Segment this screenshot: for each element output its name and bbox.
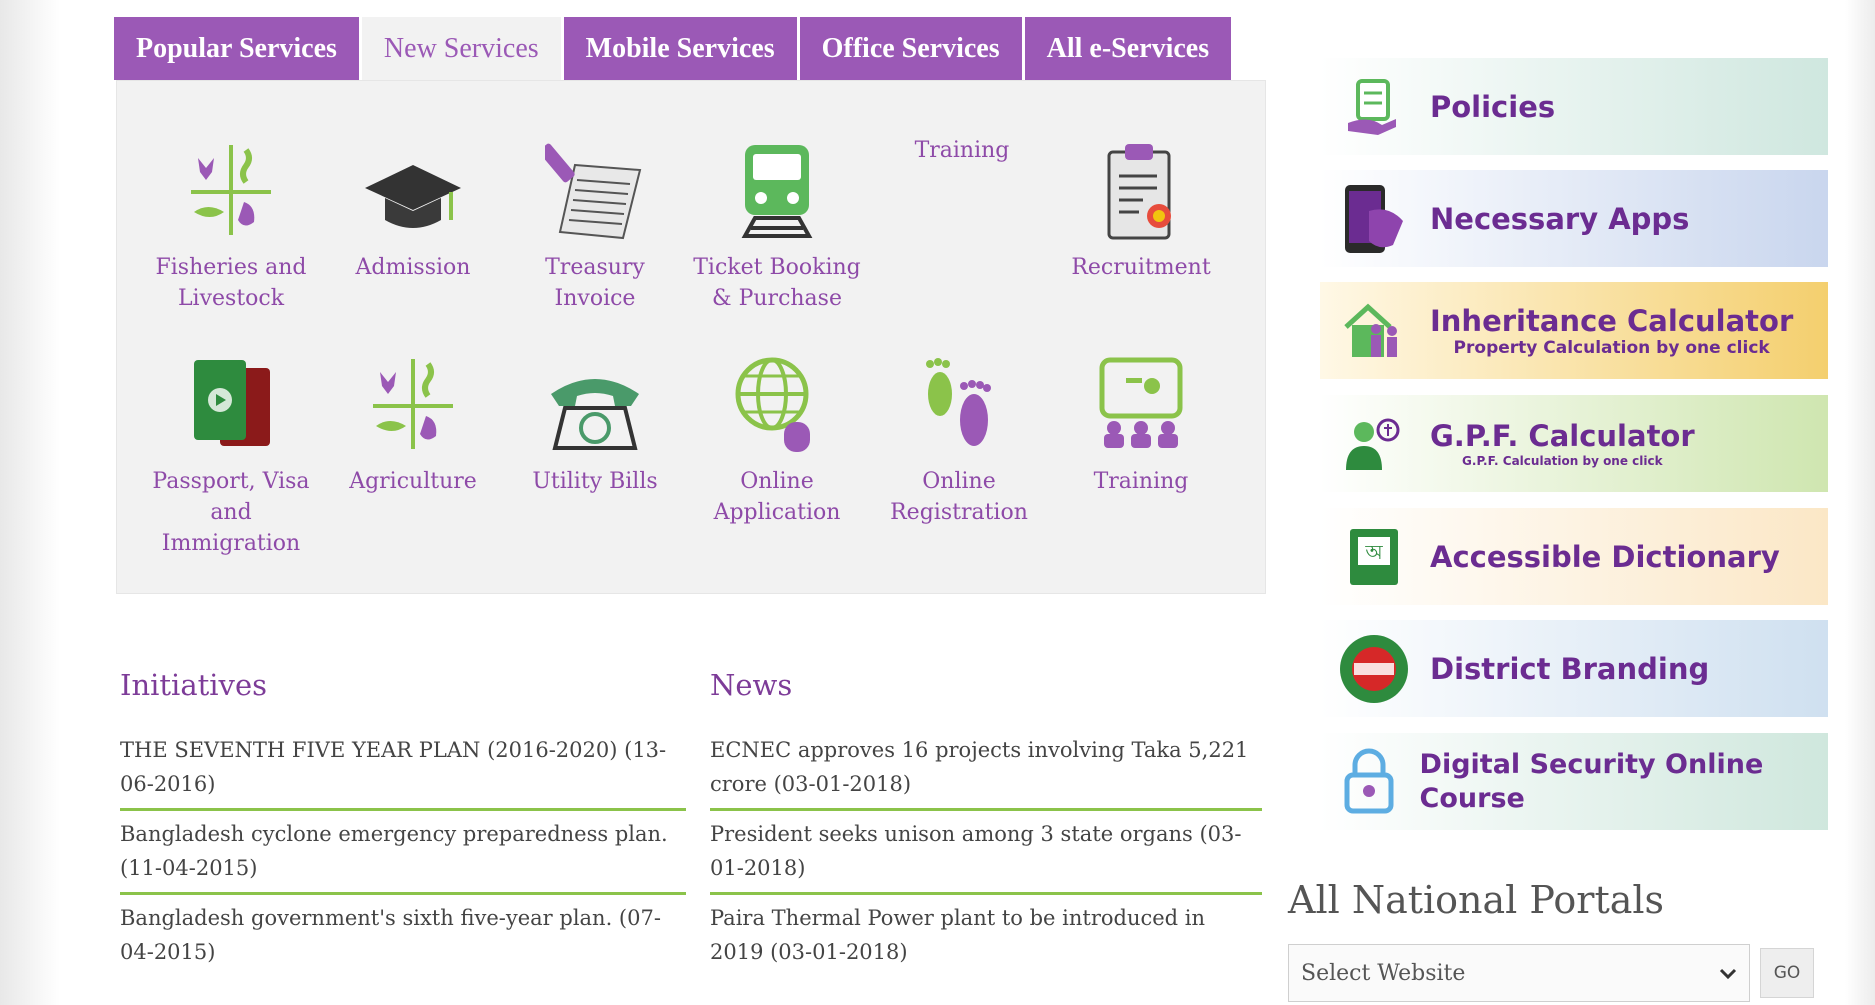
page-left-edge [0,0,60,1005]
service-treasury-invoice[interactable]: Treasury Invoice [504,120,686,314]
website-select-value: Select Website [1301,960,1466,986]
fisheries-livestock-icon [140,120,322,240]
chevron-down-icon [1719,961,1737,986]
initiative-item[interactable]: Bangladesh government's sixth five-year … [120,895,686,976]
banner-title: Policies [1430,89,1556,124]
banner-policies[interactable]: Policies [1320,58,1828,155]
initiatives-list: THE SEVENTH FIVE YEAR PLAN (2016-2020) (… [120,727,686,976]
tab-office-services[interactable]: Office Services [799,17,1022,80]
initiative-item[interactable]: Bangladesh cyclone emergency preparednes… [120,811,686,895]
service-label: Passport, Visa and Immigration [152,469,310,556]
dictionary-book-icon: অ [1326,517,1422,597]
banner-accessible-dictionary[interactable]: অ Accessible Dictionary [1320,508,1828,605]
service-fisheries-livestock[interactable]: Fisheries and Livestock [140,120,322,314]
banner-title: G.P.F. Calculator [1430,418,1695,453]
service-label: Fisheries and Livestock [155,255,307,311]
tab-new-services[interactable]: New Services [361,17,561,80]
news-list: ECNEC approves 16 projects involving Tak… [710,727,1262,976]
page-right-edge [1845,0,1875,1005]
service-label: Recruitment [1071,255,1211,280]
banner-text: Digital Security Online Course [1420,748,1828,816]
family-house-icon [1326,291,1422,371]
training-board-icon [1050,334,1232,454]
service-training-top-label[interactable]: Training [912,138,1012,163]
tab-mobile-services[interactable]: Mobile Services [563,17,797,80]
banner-text: Inheritance Calculator Property Calculat… [1430,304,1793,358]
service-label: Agriculture [349,469,477,494]
service-admission[interactable]: Admission [322,120,504,283]
passport-icon [140,334,322,454]
service-utility-bills[interactable]: Utility Bills [504,334,686,497]
news-title: News [710,668,793,702]
service-label: Admission [355,255,471,280]
banner-text: Necessary Apps [1430,202,1689,236]
service-online-registration[interactable]: Online Registration [868,334,1050,528]
initiatives-title: Initiatives [120,668,267,702]
service-label: Treasury Invoice [545,255,645,311]
banner-necessary-apps[interactable]: Necessary Apps [1320,170,1828,267]
news-item[interactable]: President seeks unison among 3 state org… [710,811,1262,895]
svg-text:অ: অ [1364,540,1383,564]
banner-title: District Branding [1430,651,1710,686]
banner-gpf-calculator[interactable]: G.P.F. Calculator G.P.F. Calculation by … [1320,395,1828,492]
service-ticket-booking[interactable]: Ticket Booking & Purchase [686,120,868,314]
clipboard-icon [1050,120,1232,240]
person-money-icon [1326,404,1422,484]
banner-district-branding[interactable]: District Branding [1320,620,1828,717]
banner-subtitle: Property Calculation by one click [1453,337,1770,358]
tab-all-e-services[interactable]: All e-Services [1024,17,1232,80]
security-lock-icon [1326,742,1412,822]
service-tabs: Popular Services New Services Mobile Ser… [114,17,1234,80]
banner-subtitle: G.P.F. Calculation by one click [1462,453,1663,468]
train-icon [686,120,868,240]
website-select[interactable]: Select Website [1288,944,1750,1002]
service-online-application[interactable]: Online Application [686,334,868,528]
banner-text: Policies [1430,90,1555,124]
go-button[interactable]: GO [1760,948,1814,998]
district-branding-logo [1326,629,1422,709]
national-portals-title: All National Portals [1288,878,1665,922]
banner-text: District Branding [1430,652,1709,686]
initiative-item[interactable]: THE SEVENTH FIVE YEAR PLAN (2016-2020) (… [120,727,686,811]
service-passport-visa[interactable]: Passport, Visa and Immigration [140,334,322,559]
tab-popular-services[interactable]: Popular Services [114,17,359,80]
service-label: Online Registration [890,469,1028,525]
service-label: Online Application [713,469,841,525]
service-label: Ticket Booking & Purchase [693,255,861,311]
banner-title: Digital Security Online Course [1419,748,1764,814]
banner-title: Necessary Apps [1430,201,1690,236]
banner-inheritance-calculator[interactable]: Inheritance Calculator Property Calculat… [1320,282,1828,379]
banner-text: G.P.F. Calculator G.P.F. Calculation by … [1430,419,1695,469]
footprints-icon [868,334,1050,454]
service-label: Training [1093,469,1189,494]
news-item[interactable]: Paira Thermal Power plant to be introduc… [710,895,1262,976]
banner-title: Inheritance Calculator [1430,303,1794,338]
agriculture-icon [322,334,504,454]
mobile-apps-icon [1326,179,1422,259]
invoice-icon [504,120,686,240]
banner-text: Accessible Dictionary [1430,540,1780,574]
service-label: Utility Bills [532,469,658,494]
globe-icon [686,334,868,454]
telephone-icon [504,334,686,454]
banner-title: Accessible Dictionary [1430,539,1780,574]
policy-document-icon [1326,67,1422,147]
news-item[interactable]: ECNEC approves 16 projects involving Tak… [710,727,1262,811]
service-training[interactable]: Training [1050,334,1232,497]
service-recruitment[interactable]: Recruitment [1050,120,1232,283]
service-agriculture[interactable]: Agriculture [322,334,504,497]
graduation-cap-icon [322,120,504,240]
banner-digital-security-course[interactable]: Digital Security Online Course [1320,733,1828,830]
